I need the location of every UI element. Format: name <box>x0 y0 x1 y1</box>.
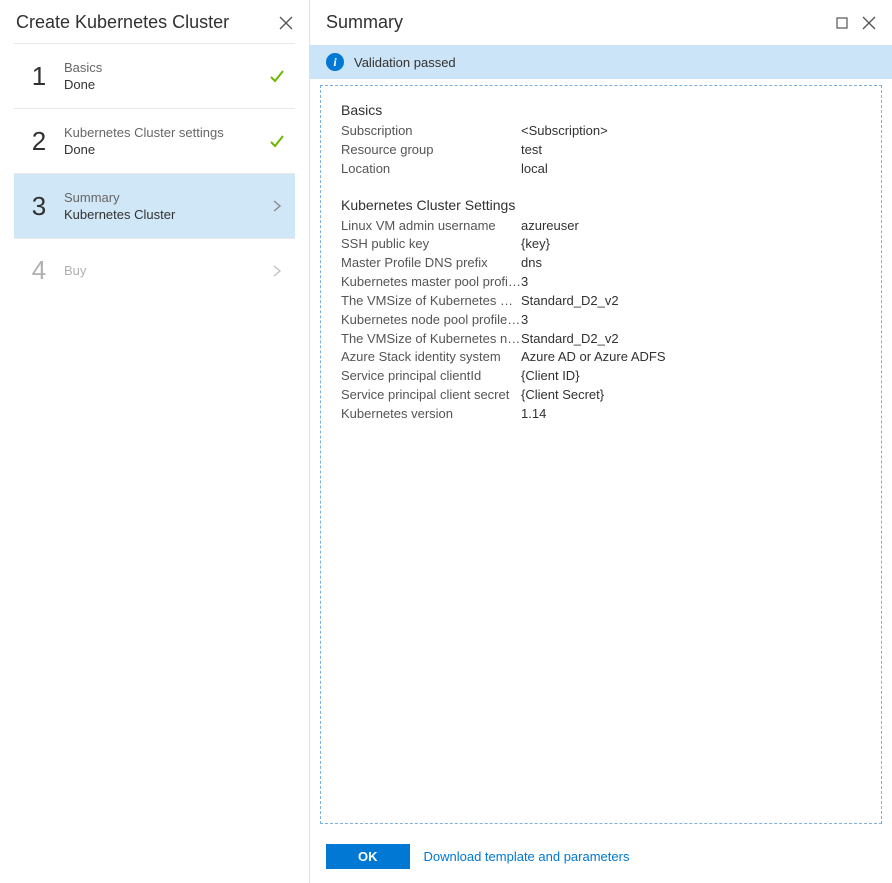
summary-row: Locationlocal <box>341 160 861 179</box>
summary-row: Service principal client secret{Client S… <box>341 386 861 405</box>
summary-row: Kubernetes master pool profile ...3 <box>341 273 861 292</box>
summary-value: local <box>521 160 548 179</box>
create-cluster-panel: Create Kubernetes Cluster 1 Basics Done … <box>0 0 310 883</box>
step-title: Buy <box>64 263 267 278</box>
summary-label: Kubernetes version <box>341 405 521 424</box>
summary-label: Resource group <box>341 141 521 160</box>
step-title: Basics <box>64 60 267 75</box>
checkmark-icon <box>267 133 287 149</box>
summary-row: Kubernetes node pool profile c...3 <box>341 311 861 330</box>
close-icon[interactable] <box>862 16 876 30</box>
step-number: 2 <box>24 126 54 157</box>
summary-row: Kubernetes version1.14 <box>341 405 861 424</box>
right-panel-title: Summary <box>326 12 403 33</box>
left-panel-header: Create Kubernetes Cluster <box>0 0 309 43</box>
summary-row: The VMSize of Kubernetes nod...Standard_… <box>341 330 861 349</box>
summary-label: Service principal clientId <box>341 367 521 386</box>
summary-label: Location <box>341 160 521 179</box>
summary-value: dns <box>521 254 542 273</box>
info-icon: i <box>326 53 344 71</box>
chevron-right-icon <box>267 199 287 213</box>
step-cluster-settings[interactable]: 2 Kubernetes Cluster settings Done <box>14 108 295 173</box>
summary-value: Standard_D2_v2 <box>521 292 619 311</box>
summary-value: {key} <box>521 235 550 254</box>
summary-value: 3 <box>521 273 528 292</box>
basics-list: Subscription<Subscription>Resource group… <box>341 122 861 179</box>
chevron-right-icon <box>267 264 287 278</box>
summary-value: 3 <box>521 311 528 330</box>
step-number: 3 <box>24 191 54 222</box>
summary-value: azureuser <box>521 217 579 236</box>
maximize-icon[interactable] <box>836 17 848 29</box>
summary-panel: Summary i Validation passed Basics Subsc… <box>310 0 892 883</box>
summary-row: Service principal clientId{Client ID} <box>341 367 861 386</box>
right-panel-header: Summary <box>310 0 892 43</box>
summary-row: Master Profile DNS prefixdns <box>341 254 861 273</box>
summary-label: Kubernetes master pool profile ... <box>341 273 521 292</box>
close-icon[interactable] <box>279 16 293 30</box>
summary-row: Subscription<Subscription> <box>341 122 861 141</box>
step-number: 1 <box>24 61 54 92</box>
summary-label: Service principal client secret <box>341 386 521 405</box>
step-title: Kubernetes Cluster settings <box>64 125 267 140</box>
validation-text: Validation passed <box>354 55 456 70</box>
summary-value: test <box>521 141 542 160</box>
summary-label: SSH public key <box>341 235 521 254</box>
summary-label: Azure Stack identity system <box>341 348 521 367</box>
step-title: Summary <box>64 190 267 205</box>
summary-row: Resource grouptest <box>341 141 861 160</box>
step-buy[interactable]: 4 Buy <box>14 238 295 302</box>
step-subtitle: Done <box>64 142 267 157</box>
summary-label: Kubernetes node pool profile c... <box>341 311 521 330</box>
wizard-steps: 1 Basics Done 2 Kubernetes Cluster setti… <box>0 43 309 302</box>
summary-label: The VMSize of Kubernetes mas... <box>341 292 521 311</box>
summary-row: Azure Stack identity systemAzure AD or A… <box>341 348 861 367</box>
summary-body: Basics Subscription<Subscription>Resourc… <box>320 85 882 824</box>
settings-heading: Kubernetes Cluster Settings <box>341 197 861 213</box>
download-template-link[interactable]: Download template and parameters <box>424 849 630 864</box>
validation-banner: i Validation passed <box>310 45 892 79</box>
step-summary[interactable]: 3 Summary Kubernetes Cluster <box>14 173 295 238</box>
step-subtitle: Done <box>64 77 267 92</box>
summary-value: <Subscription> <box>521 122 608 141</box>
step-basics[interactable]: 1 Basics Done <box>14 43 295 108</box>
summary-value: {Client Secret} <box>521 386 604 405</box>
summary-row: SSH public key{key} <box>341 235 861 254</box>
summary-value: 1.14 <box>521 405 546 424</box>
ok-button[interactable]: OK <box>326 844 410 869</box>
summary-label: Subscription <box>341 122 521 141</box>
summary-value: Standard_D2_v2 <box>521 330 619 349</box>
summary-label: The VMSize of Kubernetes nod... <box>341 330 521 349</box>
summary-value: {Client ID} <box>521 367 580 386</box>
summary-label: Linux VM admin username <box>341 217 521 236</box>
basics-heading: Basics <box>341 102 861 118</box>
left-panel-title: Create Kubernetes Cluster <box>16 12 229 33</box>
footer: OK Download template and parameters <box>310 834 892 883</box>
settings-list: Linux VM admin usernameazureuserSSH publ… <box>341 217 861 424</box>
summary-row: Linux VM admin usernameazureuser <box>341 217 861 236</box>
summary-value: Azure AD or Azure ADFS <box>521 348 666 367</box>
summary-row: The VMSize of Kubernetes mas...Standard_… <box>341 292 861 311</box>
summary-label: Master Profile DNS prefix <box>341 254 521 273</box>
step-subtitle: Kubernetes Cluster <box>64 207 267 222</box>
checkmark-icon <box>267 68 287 84</box>
step-number: 4 <box>24 255 54 286</box>
